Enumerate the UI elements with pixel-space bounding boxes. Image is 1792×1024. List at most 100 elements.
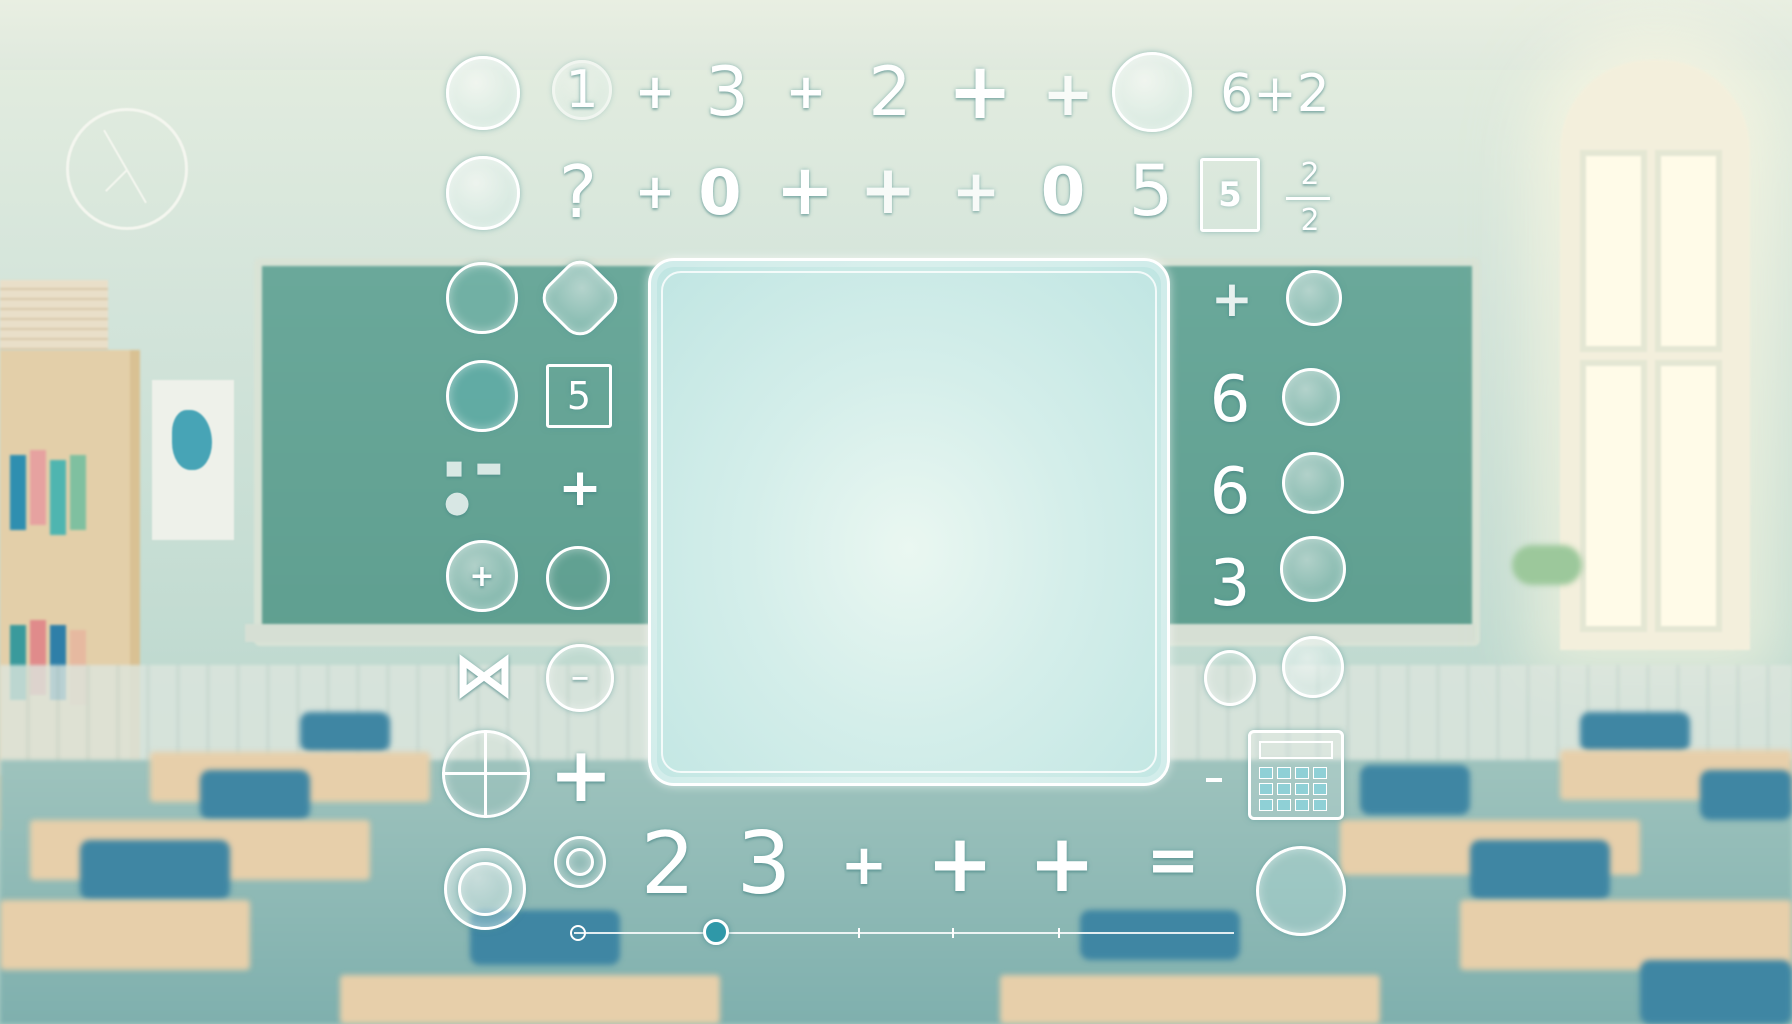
plus-icon[interactable]: + [856, 151, 920, 230]
plant [1512, 545, 1582, 585]
number-tile[interactable]: 1 [552, 58, 612, 122]
clock-hand [105, 169, 128, 192]
spiral-inner-ring [566, 848, 594, 876]
desk [0, 900, 250, 970]
wall-clock-icon [66, 108, 188, 230]
slider-tick [1058, 928, 1060, 938]
number-tile[interactable]: 3 [726, 814, 802, 914]
number-tile[interactable]: 3 [1200, 546, 1260, 622]
window-pane [1580, 150, 1647, 352]
number-tile[interactable]: 6 [1200, 454, 1260, 530]
calculator-key [1277, 783, 1291, 795]
wall-poster [152, 380, 234, 540]
operator-cluster-icon[interactable]: ▪ ▬ ● [444, 450, 524, 520]
equals-icon[interactable]: = [1138, 824, 1208, 898]
plus-icon[interactable]: + [780, 60, 832, 124]
chair [1640, 960, 1792, 1024]
plus-icon[interactable]: + [630, 60, 680, 124]
plus-icon: + [469, 558, 495, 594]
chair [1470, 840, 1610, 900]
chair [80, 840, 230, 900]
chair [1580, 712, 1690, 752]
question-mark-tile[interactable]: ? [548, 150, 608, 234]
bowtie-icon[interactable]: ⋈ [448, 638, 520, 711]
submit-circle-button[interactable] [1256, 846, 1346, 936]
desk [1000, 975, 1380, 1024]
calculator-key [1313, 783, 1327, 795]
plus-icon[interactable]: + [940, 47, 1020, 137]
book [50, 460, 66, 535]
compass-icon[interactable] [446, 156, 520, 230]
slider-tick [952, 928, 954, 938]
chair [200, 770, 310, 820]
plus-icon[interactable]: + [920, 817, 1000, 910]
number-tile[interactable]: 6 [1200, 362, 1260, 438]
emblem-icon[interactable] [446, 56, 520, 130]
circle-button[interactable] [1112, 52, 1192, 132]
number-tile[interactable]: 5 [1118, 150, 1184, 232]
fraction-numerator[interactable]: 2 [1290, 154, 1330, 194]
plus-icon[interactable]: + [548, 730, 614, 819]
calculator-key [1277, 767, 1291, 779]
plus-icon[interactable]: + [1022, 817, 1102, 910]
zero-ring-button[interactable] [1204, 650, 1256, 706]
globe-icon[interactable] [1282, 452, 1344, 514]
progress-slider-start [570, 925, 586, 941]
calculator-screen [1259, 741, 1333, 759]
globe-icon[interactable] [1280, 536, 1346, 602]
number-card[interactable]: 5 [1200, 158, 1260, 232]
number-tile[interactable]: 3 [695, 53, 759, 132]
calculator-key [1313, 767, 1327, 779]
calculator-icon[interactable] [1248, 730, 1344, 820]
desk [340, 975, 720, 1024]
globe-equator [442, 772, 530, 775]
plus-icon[interactable]: + [630, 160, 680, 224]
window [1560, 60, 1750, 650]
progress-slider-thumb[interactable] [703, 919, 729, 945]
chair [300, 712, 390, 752]
book [10, 455, 26, 530]
symbol-button[interactable] [446, 262, 518, 334]
number-tile[interactable]: 2 [858, 53, 922, 132]
window-pane [1655, 150, 1722, 352]
progress-slider-track[interactable] [574, 932, 1234, 934]
globe-icon[interactable] [1282, 368, 1340, 426]
plus-icon[interactable]: + [770, 149, 840, 231]
circle-button[interactable] [446, 360, 518, 432]
clock-hand [103, 129, 128, 171]
empty-circle-button[interactable] [546, 546, 610, 610]
plus-icon[interactable]: + [944, 156, 1008, 226]
chair [1700, 770, 1792, 820]
window-pane [1580, 360, 1647, 632]
equation-tile[interactable]: 6+2 [1204, 62, 1346, 126]
number-tile[interactable]: 2 [630, 814, 706, 914]
globe-icon[interactable] [1282, 636, 1344, 698]
calculator-key [1259, 783, 1273, 795]
calculator-key [1259, 799, 1273, 811]
plus-icon[interactable]: + [832, 830, 896, 900]
answer-panel-frame [661, 271, 1157, 773]
calculator-key [1259, 767, 1273, 779]
plus-icon[interactable]: + [1036, 57, 1100, 130]
book-stack [0, 280, 108, 350]
chair [1080, 910, 1240, 960]
calculator-key [1313, 799, 1327, 811]
number-tile[interactable]: 0 [690, 154, 750, 230]
number-card[interactable]: 5 [546, 364, 612, 428]
globe-icon[interactable] [1286, 270, 1342, 326]
poster-graphic [172, 410, 212, 470]
target-inner-ring [458, 862, 512, 916]
number-tile[interactable]: 0 [1030, 154, 1096, 230]
calculator-key [1277, 799, 1291, 811]
clock-hand [126, 169, 147, 204]
minus-icon [1206, 778, 1222, 782]
minus-icon: − [569, 664, 591, 692]
calculator-key [1295, 799, 1309, 811]
plus-icon[interactable]: + [552, 458, 608, 518]
plus-icon[interactable]: + [1206, 268, 1258, 330]
fraction-denominator[interactable]: 2 [1290, 200, 1330, 240]
calculator-key [1295, 783, 1309, 795]
calculator-key [1295, 767, 1309, 779]
window-pane [1655, 360, 1722, 632]
answer-panel[interactable] [648, 258, 1170, 786]
